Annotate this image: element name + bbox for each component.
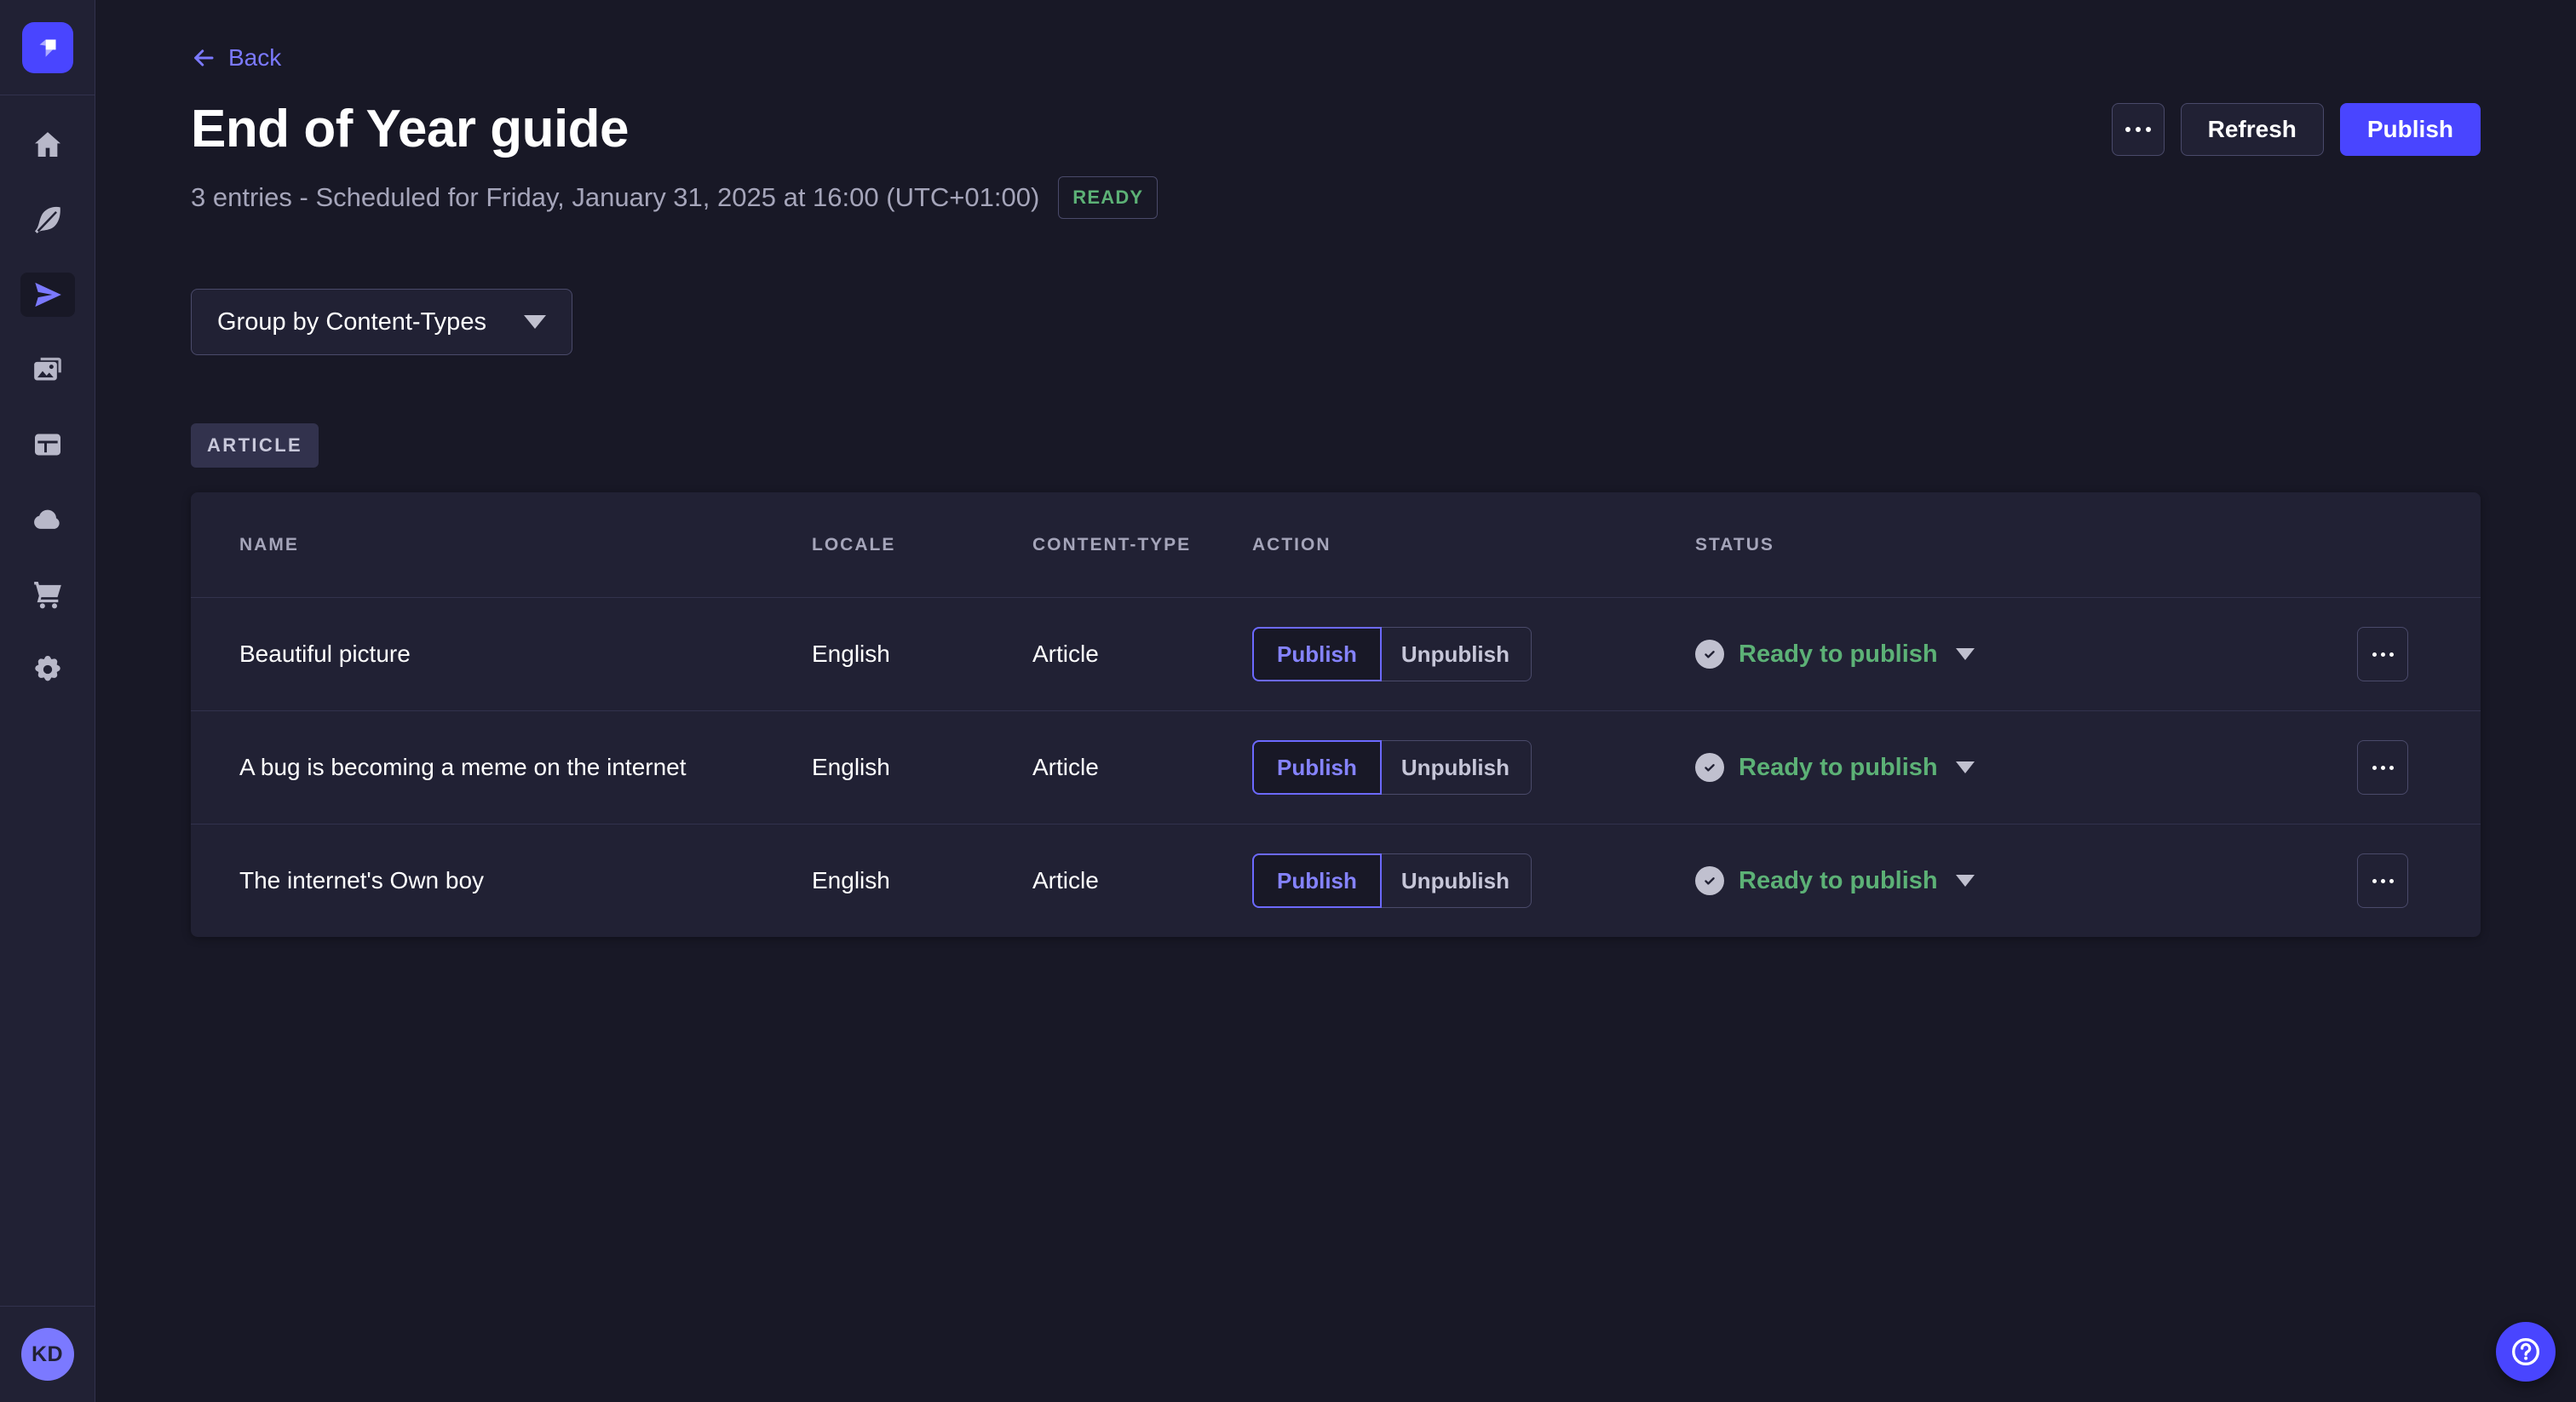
entry-locale: English (812, 867, 1032, 894)
action-toggle: Publish Unpublish (1252, 740, 1695, 795)
cloud-icon (31, 503, 65, 537)
paper-plane-icon (31, 278, 65, 312)
subtitle-row: 3 entries - Scheduled for Friday, Januar… (191, 176, 2481, 219)
main-content: Back End of Year guide Refresh Publish 3… (95, 0, 2576, 1402)
table-header-row: NAME LOCALE CONTENT-TYPE ACTION STATUS (191, 492, 2481, 597)
entry-locale: English (812, 641, 1032, 668)
chevron-down-icon (1956, 875, 1975, 887)
sidebar-item-content-type-builder[interactable] (20, 422, 75, 467)
avatar[interactable]: KD (21, 1328, 74, 1381)
entries-table: NAME LOCALE CONTENT-TYPE ACTION STATUS B… (191, 492, 2481, 937)
publish-action-button[interactable]: Publish (1252, 740, 1382, 795)
entry-name: Beautiful picture (239, 641, 812, 668)
row-more-button[interactable] (2357, 627, 2408, 681)
column-header-content-type: CONTENT-TYPE (1032, 535, 1252, 555)
release-subtitle: 3 entries - Scheduled for Friday, Januar… (191, 182, 1039, 213)
publish-release-button[interactable]: Publish (2340, 103, 2481, 156)
title-row: End of Year guide Refresh Publish (191, 99, 2481, 159)
unpublish-action-button[interactable]: Unpublish (1380, 627, 1532, 681)
sidebar-item-home[interactable] (20, 123, 75, 167)
entry-status-dropdown[interactable]: Ready to publish (1695, 866, 1975, 895)
column-header-status: STATUS (1695, 535, 2357, 555)
ellipsis-icon (2125, 127, 2151, 132)
page-title: End of Year guide (191, 99, 629, 159)
sidebar-item-releases[interactable] (20, 273, 75, 317)
check-circle-icon (1695, 640, 1724, 669)
entry-name: The internet's Own boy (239, 867, 812, 894)
strapi-logo-icon (32, 32, 64, 64)
table-row: A bug is becoming a meme on the internet… (191, 710, 2481, 824)
action-toggle: Publish Unpublish (1252, 853, 1695, 908)
unpublish-action-button[interactable]: Unpublish (1380, 740, 1532, 795)
entry-content-type: Article (1032, 867, 1252, 894)
gear-icon (31, 652, 65, 687)
question-mark-circle-icon (2509, 1335, 2543, 1369)
publish-action-button[interactable]: Publish (1252, 853, 1382, 908)
sidebar-item-marketplace[interactable] (20, 572, 75, 617)
status-badge: READY (1058, 176, 1158, 219)
entry-status-dropdown[interactable]: Ready to publish (1695, 640, 1975, 669)
chevron-down-icon (1956, 648, 1975, 660)
entry-status-label: Ready to publish (1739, 641, 1938, 669)
unpublish-action-button[interactable]: Unpublish (1380, 853, 1532, 908)
entry-name: A bug is becoming a meme on the internet (239, 754, 812, 781)
home-icon (31, 128, 65, 162)
column-header-action: ACTION (1252, 535, 1695, 555)
publish-action-button[interactable]: Publish (1252, 627, 1382, 681)
sidebar-nav (20, 123, 75, 692)
refresh-button[interactable]: Refresh (2181, 103, 2324, 156)
cart-icon (31, 577, 65, 612)
strapi-logo[interactable] (22, 22, 73, 73)
sidebar-footer: KD (0, 1306, 95, 1402)
row-more-button[interactable] (2357, 740, 2408, 795)
entry-content-type: Article (1032, 754, 1252, 781)
sidebar-item-content-manager[interactable] (20, 198, 75, 242)
group-by-value: Group by Content-Types (217, 308, 486, 336)
images-icon (31, 353, 65, 387)
table-row: Beautiful picture English Article Publis… (191, 597, 2481, 710)
entry-status-label: Ready to publish (1739, 867, 1938, 895)
more-options-button[interactable] (2112, 103, 2165, 156)
action-toggle: Publish Unpublish (1252, 627, 1695, 681)
table-row: The internet's Own boy English Article P… (191, 824, 2481, 937)
layout-icon (31, 428, 65, 462)
sidebar-item-settings[interactable] (20, 647, 75, 692)
entry-status-label: Ready to publish (1739, 754, 1938, 782)
feather-icon (31, 203, 65, 237)
check-circle-icon (1695, 753, 1724, 782)
check-circle-icon (1695, 866, 1724, 895)
entry-content-type: Article (1032, 641, 1252, 668)
column-header-name: NAME (239, 535, 812, 555)
header-actions: Refresh Publish (2112, 103, 2481, 156)
group-by-select[interactable]: Group by Content-Types (191, 289, 572, 355)
column-header-locale: LOCALE (812, 535, 1032, 555)
entry-locale: English (812, 754, 1032, 781)
chevron-down-icon (1956, 761, 1975, 773)
sidebar-item-cloud[interactable] (20, 497, 75, 542)
back-link[interactable]: Back (191, 44, 281, 72)
sidebar-item-media-library[interactable] (20, 348, 75, 392)
content-type-group-label: ARTICLE (191, 423, 319, 468)
workspace-logo-wrap (0, 0, 95, 95)
help-button[interactable] (2496, 1322, 2556, 1382)
row-more-button[interactable] (2357, 853, 2408, 908)
chevron-down-icon (524, 315, 546, 329)
back-label: Back (228, 44, 281, 72)
sidebar: KD (0, 0, 95, 1402)
entry-status-dropdown[interactable]: Ready to publish (1695, 753, 1975, 782)
arrow-left-icon (191, 45, 216, 71)
